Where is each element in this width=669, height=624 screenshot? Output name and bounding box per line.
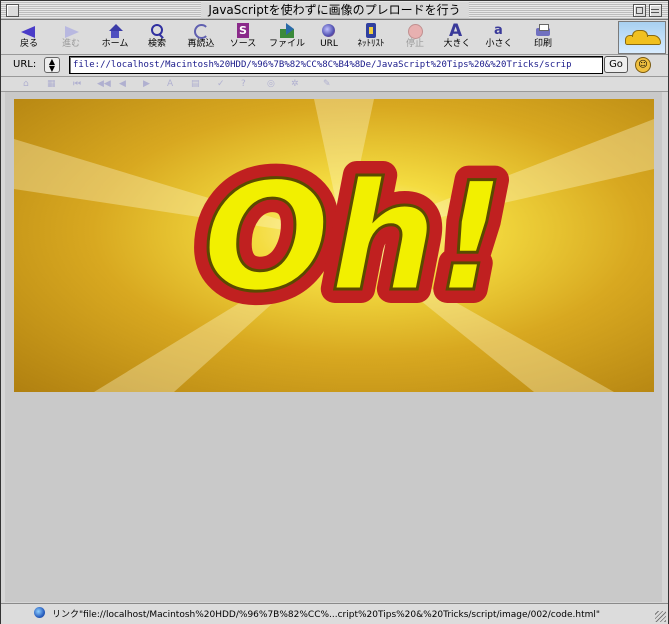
collapse-box-icon[interactable] xyxy=(649,4,662,17)
back-label: 戻る xyxy=(19,39,38,49)
title-bar[interactable]: JavaScriptを使わずに画像のプレロードを行う xyxy=(1,1,668,20)
source-icon xyxy=(233,23,253,39)
search-icon xyxy=(147,23,167,39)
status-globe-icon xyxy=(34,607,45,618)
url-field-label: URL: xyxy=(13,59,37,70)
pb-prev-icon[interactable]: ◀◀ xyxy=(97,79,111,89)
banner-graphic: Oh! Oh! Oh! xyxy=(14,99,654,392)
pb-help-icon[interactable]: ? xyxy=(241,79,246,89)
pb-back-icon[interactable]: ◀ xyxy=(119,79,126,89)
browser-logo-icon[interactable] xyxy=(618,21,666,54)
toolbar: 戻る 進む ホーム 検索 再読込 ソース ファイル URL xyxy=(1,20,668,55)
search-label: 検索 xyxy=(147,39,166,49)
banner-text: Oh! xyxy=(203,151,506,325)
pb-globe-icon[interactable]: ◎ xyxy=(267,79,275,89)
url-input[interactable]: file://localhost/Macintosh%20HDD/%96%7B%… xyxy=(69,56,603,74)
home-icon xyxy=(105,23,125,39)
forward-label: 進む xyxy=(61,39,80,49)
go-button[interactable]: Go xyxy=(604,56,628,73)
back-button[interactable]: 戻る xyxy=(9,22,49,52)
url-history-popup[interactable]: ▲ ▼ xyxy=(44,57,60,73)
url-bar: URL: ▲ ▼ file://localhost/Macintosh%20HDD… xyxy=(1,55,668,77)
pb-gear-icon[interactable]: ✲ xyxy=(291,79,299,89)
reload-label: 再読込 xyxy=(187,39,215,49)
stop-icon xyxy=(405,23,425,39)
pb-pen-icon[interactable]: ✎ xyxy=(323,79,331,89)
netlist-icon xyxy=(361,23,381,39)
smaller-text-icon xyxy=(489,23,509,39)
smaller-text-button[interactable]: 小さく xyxy=(479,22,519,52)
print-icon xyxy=(533,23,553,39)
print-button[interactable]: 印刷 xyxy=(523,22,563,52)
source-label: ソース xyxy=(229,39,257,49)
oh-banner-image: Oh! Oh! Oh! xyxy=(14,99,654,392)
resize-grip-icon[interactable] xyxy=(655,611,666,622)
back-arrow-icon xyxy=(19,23,39,39)
zoom-box-icon[interactable] xyxy=(633,4,646,17)
window-title: JavaScriptを使わずに画像のプレロードを行う xyxy=(200,2,469,18)
file-label: ファイル xyxy=(268,39,305,49)
pb-text-icon[interactable]: A xyxy=(167,79,173,89)
home-button[interactable]: ホーム xyxy=(95,22,135,52)
reload-icon xyxy=(191,23,211,39)
pb-next-icon[interactable]: ▶ xyxy=(143,79,150,89)
home-label: ホーム xyxy=(101,39,129,49)
bigger-text-button[interactable]: 大きく xyxy=(437,21,477,52)
netlist-label: ﾈｯﾄﾘｽﾄ xyxy=(357,39,385,49)
personal-toolbar: ⌂ ▦ ⏮ ◀◀ ◀ ▶ A ▤ ✓ ? ◎ ✲ ✎ xyxy=(1,77,668,92)
close-box-icon[interactable] xyxy=(6,4,19,17)
file-button[interactable]: ファイル xyxy=(267,22,307,52)
forward-arrow-icon xyxy=(61,23,81,39)
file-icon xyxy=(277,23,297,39)
smiley-icon[interactable]: ☺ xyxy=(635,57,651,73)
pb-grid-icon[interactable]: ▦ xyxy=(47,79,56,89)
print-label: 印刷 xyxy=(533,39,552,49)
smaller-text-label: 小さく xyxy=(485,39,513,49)
pb-home-icon[interactable]: ⌂ xyxy=(23,79,29,89)
netlist-button[interactable]: ﾈｯﾄﾘｽﾄ xyxy=(351,22,391,52)
url-button[interactable]: URL xyxy=(309,22,349,52)
stop-button[interactable]: 停止 xyxy=(395,22,435,52)
page-content: Oh! Oh! Oh! xyxy=(5,92,662,602)
bigger-text-icon xyxy=(447,21,467,41)
status-text: リンク"file://localhost/Macintosh%20HDD/%96… xyxy=(52,610,601,620)
source-button[interactable]: ソース xyxy=(223,22,263,52)
stop-label: 停止 xyxy=(405,39,424,49)
status-bar: リンク"file://localhost/Macintosh%20HDD/%96… xyxy=(1,603,668,624)
pb-first-icon[interactable]: ⏮ xyxy=(73,79,81,89)
browser-window: JavaScriptを使わずに画像のプレロードを行う 戻る 進む ホーム 検索 … xyxy=(0,0,669,624)
pb-page-icon[interactable]: ▤ xyxy=(191,79,200,89)
pb-check-icon[interactable]: ✓ xyxy=(217,79,225,89)
url-label: URL xyxy=(320,39,338,49)
reload-button[interactable]: 再読込 xyxy=(181,22,221,52)
search-button[interactable]: 検索 xyxy=(137,22,177,52)
url-globe-icon xyxy=(319,23,339,39)
forward-button[interactable]: 進む xyxy=(51,22,91,52)
